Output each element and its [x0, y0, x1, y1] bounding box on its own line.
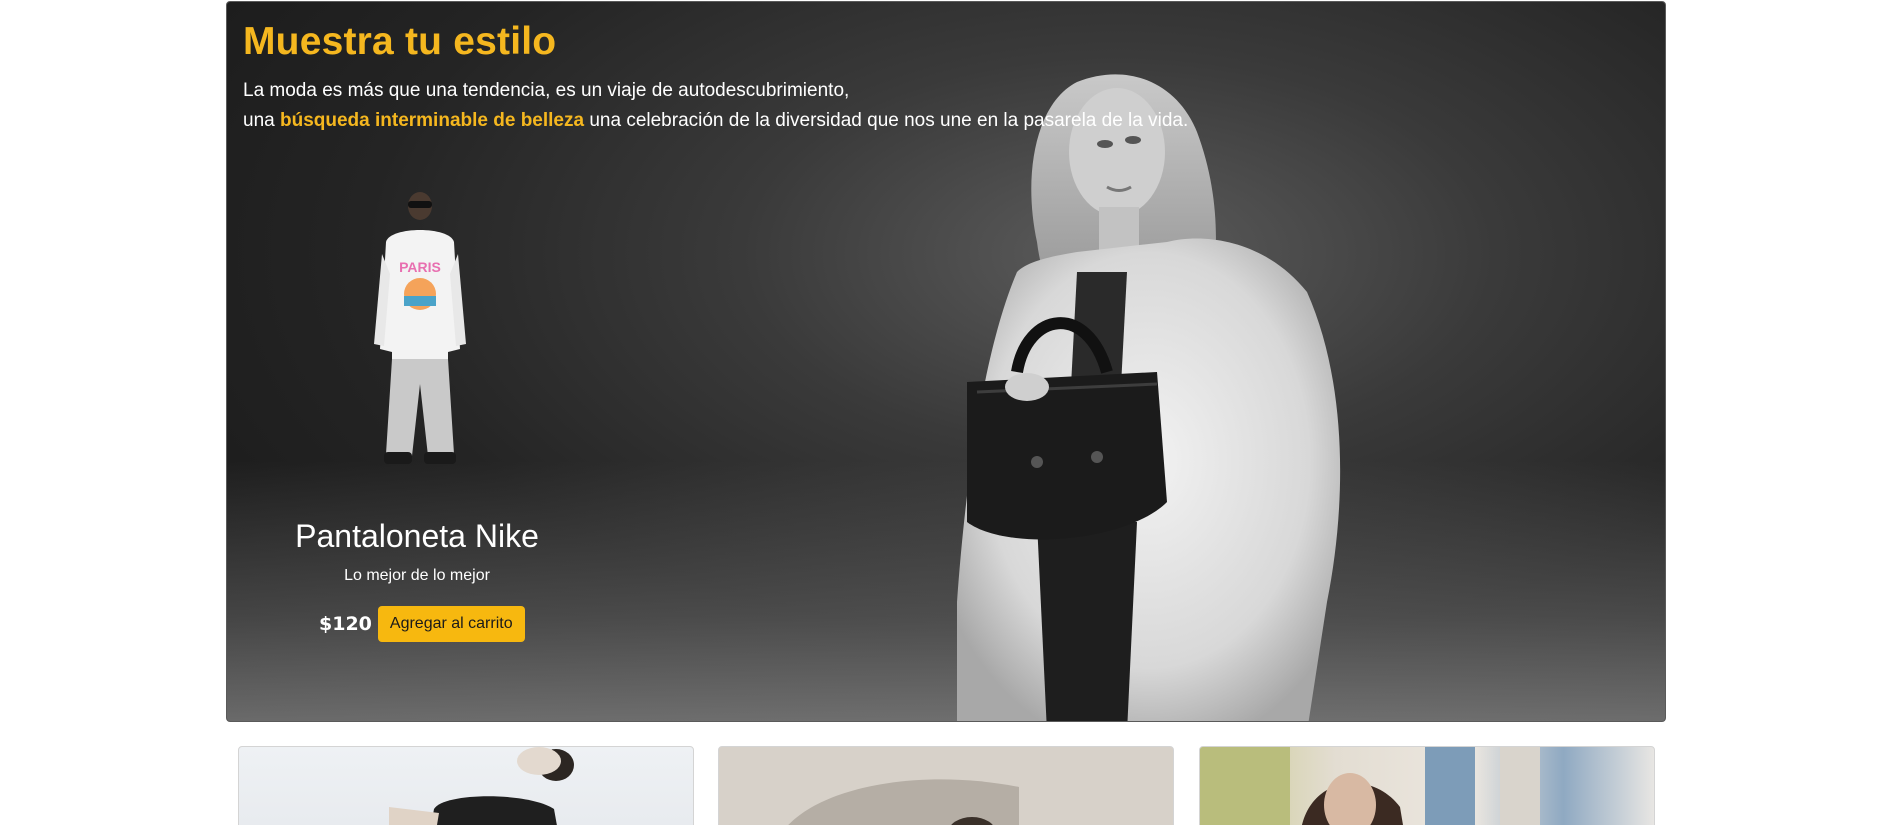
hero-text-line2-suffix: una celebración de la diversidad que nos… [584, 110, 1189, 131]
page: Muestra tu estilo La moda es más que una… [0, 0, 1892, 825]
product-card-image [1200, 747, 1540, 825]
product-card[interactable] [238, 746, 694, 825]
product-card-image [389, 747, 574, 825]
add-to-cart-button[interactable]: Agregar al carrito [377, 606, 525, 642]
svg-text:PARIS: PARIS [399, 259, 441, 275]
hero-description: La moda es más que una tendencia, es un … [243, 76, 1343, 136]
hero-banner: Muestra tu estilo La moda es más que una… [226, 1, 1666, 722]
product-name: Pantaloneta Nike [295, 518, 539, 554]
hero-text-highlight: búsqueda interminable de belleza [279, 110, 585, 131]
hero-model-image [957, 74, 1341, 721]
product-card[interactable] [1199, 746, 1655, 825]
product-card-image [719, 747, 1173, 825]
product-price-row: $120 Agregar al carrito [319, 606, 525, 642]
hero-text-line1: La moda es más que una tendencia, es un … [243, 80, 850, 101]
product-card[interactable] [718, 746, 1174, 825]
hero-text-line2-prefix: una [243, 110, 280, 131]
product-description: Lo mejor de lo mejor [344, 567, 490, 584]
hero-title: Muestra tu estilo [243, 20, 557, 63]
product-price: $120 [319, 613, 372, 635]
product-image[interactable]: PARIS [362, 184, 477, 474]
